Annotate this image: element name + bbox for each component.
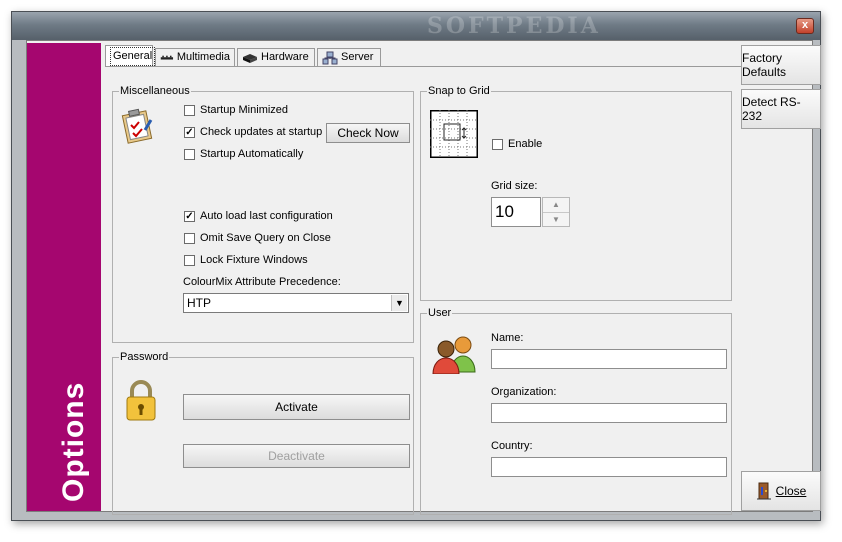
miscellaneous-title: Miscellaneous [119, 84, 191, 98]
tab-multimedia[interactable]: Multimedia [155, 48, 235, 66]
options-sidebar: Options [27, 43, 101, 511]
startup-minimized-box[interactable] [184, 104, 195, 116]
organization-label: Organization: [491, 386, 557, 398]
miscellaneous-group: Miscellaneous Startup Minimized ✓ Check … [112, 84, 414, 343]
snap-to-grid-group: Snap to Grid Enable Grid size: 10 ▲ ▼ [420, 84, 732, 301]
name-field[interactable] [491, 349, 727, 369]
options-window: SOFTPEDIA x Options General Multimedia H… [11, 11, 821, 521]
lock-fixture-label: Lock Fixture Windows [200, 254, 308, 266]
detect-rs232-button[interactable]: Detect RS-232 [741, 89, 821, 129]
password-group: Password Activate Deactivate [112, 350, 414, 515]
password-title: Password [119, 350, 170, 364]
close-button-label: Close [775, 484, 807, 498]
sidebar-title: Options [57, 381, 90, 502]
grid-size-value: 10 [495, 202, 514, 221]
check-updates-label: Check updates at startup [200, 126, 323, 138]
omit-save-query-box[interactable] [184, 232, 195, 244]
hardware-icon [243, 53, 257, 63]
dialog-client-area: Options General Multimedia Hardware Serv… [26, 40, 821, 515]
check-updates-box[interactable]: ✓ [184, 126, 195, 138]
tab-multimedia-label: Multimedia [176, 51, 230, 63]
watermark-text: SOFTPEDIA [427, 13, 601, 39]
organization-field[interactable] [491, 403, 727, 423]
colourmix-value: HTP [187, 296, 211, 310]
auto-load-checkbox[interactable]: ✓ Auto load last configuration [184, 210, 333, 222]
deactivate-button[interactable]: Deactivate [183, 444, 410, 468]
tab-general-label: General [110, 46, 156, 66]
tab-hardware[interactable]: Hardware [237, 48, 315, 66]
users-icon [432, 336, 476, 374]
auto-load-label: Auto load last configuration [200, 210, 333, 222]
snap-to-grid-title: Snap to Grid [427, 84, 491, 98]
country-label: Country: [491, 440, 533, 452]
omit-save-query-checkbox[interactable]: Omit Save Query on Close [184, 232, 331, 244]
stepper-down-icon[interactable]: ▼ [543, 213, 569, 227]
title-bar[interactable]: SOFTPEDIA x [12, 12, 820, 40]
tab-general[interactable]: General [105, 45, 156, 66]
grid-snap-icon [430, 110, 478, 158]
tab-server-label: Server [341, 51, 374, 63]
name-label: Name: [491, 332, 524, 344]
snap-enable-box[interactable] [492, 138, 503, 150]
auto-load-box[interactable]: ✓ [184, 210, 195, 222]
grid-size-input[interactable]: 10 [491, 197, 541, 227]
tab-pane-border [105, 66, 741, 67]
snap-enable-checkbox[interactable]: Enable [492, 138, 542, 150]
user-title: User [427, 306, 453, 320]
startup-automatically-checkbox[interactable]: Startup Automatically [184, 148, 303, 160]
user-group: User Name: Organization: Country: [420, 306, 732, 515]
server-icon [322, 51, 338, 64]
chevron-down-icon[interactable]: ▼ [391, 295, 407, 311]
lock-fixture-box[interactable] [184, 254, 195, 266]
omit-save-query-label: Omit Save Query on Close [200, 232, 331, 244]
colourmix-dropdown[interactable]: HTP ▼ [183, 293, 409, 313]
activate-button[interactable]: Activate [183, 394, 410, 420]
grid-size-label: Grid size: [491, 180, 538, 192]
startup-minimized-checkbox[interactable]: Startup Minimized [184, 104, 288, 116]
grid-size-stepper[interactable]: ▲ ▼ [542, 197, 570, 227]
padlock-icon [126, 380, 156, 421]
factory-defaults-button[interactable]: Factory Defaults [741, 45, 821, 85]
lock-fixture-checkbox[interactable]: Lock Fixture Windows [184, 254, 308, 266]
door-exit-icon [756, 482, 771, 500]
startup-automatically-label: Startup Automatically [200, 148, 304, 160]
colourmix-label: ColourMix Attribute Precedence: [183, 276, 341, 288]
tab-server[interactable]: Server [317, 48, 381, 66]
startup-minimized-label: Startup Minimized [200, 104, 289, 116]
snap-enable-label: Enable [508, 138, 543, 150]
clipboard-checklist-icon [121, 108, 153, 144]
close-button[interactable]: Close [741, 471, 821, 511]
check-now-button[interactable]: Check Now [326, 123, 410, 143]
window-close-button[interactable]: x [796, 18, 814, 34]
multimedia-icon [160, 55, 174, 60]
country-field[interactable] [491, 457, 727, 477]
check-updates-checkbox[interactable]: ✓ Check updates at startup [184, 126, 322, 138]
tab-hardware-label: Hardware [261, 51, 309, 63]
startup-automatically-box[interactable] [184, 148, 195, 160]
stepper-up-icon[interactable]: ▲ [543, 198, 569, 213]
